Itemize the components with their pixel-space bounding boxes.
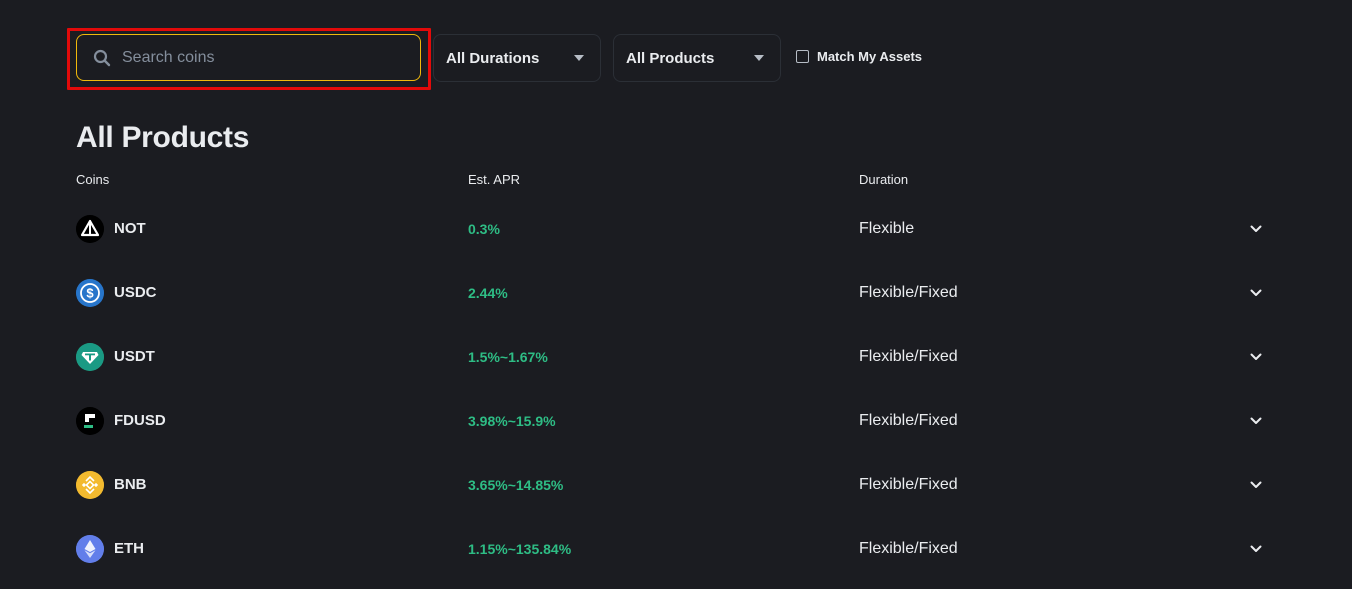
match-my-assets-label: Match My Assets bbox=[817, 49, 922, 64]
search-input[interactable] bbox=[122, 43, 402, 72]
bnb-icon bbox=[76, 471, 104, 499]
duration-value: Flexible bbox=[859, 220, 915, 237]
duration-value: Flexible/Fixed bbox=[859, 476, 958, 493]
notcoin-icon bbox=[76, 215, 104, 243]
table-row[interactable]: BNB 3.65%~14.85% Flexible/Fixed bbox=[0, 453, 1352, 517]
coin-name: USDC bbox=[114, 284, 157, 301]
search-box[interactable] bbox=[76, 34, 421, 81]
column-header-apr: Est. APR bbox=[468, 172, 521, 187]
table-row[interactable]: ETH 1.15%~135.84% Flexible/Fixed bbox=[0, 517, 1352, 581]
chevron-down-icon[interactable] bbox=[1249, 478, 1263, 492]
eth-icon bbox=[76, 535, 104, 563]
caret-down-icon bbox=[574, 55, 584, 61]
table-row[interactable]: $ USDC 2.44% Flexible/Fixed bbox=[0, 261, 1352, 325]
duration-value: Flexible/Fixed bbox=[859, 348, 958, 365]
coin-name: ETH bbox=[114, 540, 144, 557]
coin-name: BNB bbox=[114, 476, 147, 493]
svg-text:$: $ bbox=[86, 286, 94, 301]
match-my-assets-toggle[interactable]: Match My Assets bbox=[796, 49, 922, 64]
coin-name: FDUSD bbox=[114, 412, 166, 429]
table-row[interactable]: NOT 0.3% Flexible bbox=[0, 197, 1352, 261]
duration-value: Flexible/Fixed bbox=[859, 412, 958, 429]
apr-value: 2.44% bbox=[468, 285, 508, 301]
chevron-down-icon[interactable] bbox=[1249, 542, 1263, 556]
coin-name: NOT bbox=[114, 220, 146, 237]
coin-name: USDT bbox=[114, 348, 155, 365]
page-title: All Products bbox=[76, 121, 250, 154]
column-header-duration: Duration bbox=[859, 172, 909, 187]
chevron-down-icon[interactable] bbox=[1249, 222, 1263, 236]
apr-value: 3.65%~14.85% bbox=[468, 477, 564, 493]
usdt-icon bbox=[76, 343, 104, 371]
products-dropdown-label: All Products bbox=[626, 49, 715, 67]
table-row[interactable]: USDT 1.5%~1.67% Flexible/Fixed bbox=[0, 325, 1352, 389]
table-row[interactable]: FDUSD 3.98%~15.9% Flexible/Fixed bbox=[0, 389, 1352, 453]
duration-value: Flexible/Fixed bbox=[859, 284, 958, 301]
durations-dropdown-label: All Durations bbox=[446, 49, 540, 67]
apr-value: 1.15%~135.84% bbox=[468, 541, 572, 557]
usdc-icon: $ bbox=[76, 279, 104, 307]
column-header-coins: Coins bbox=[76, 172, 110, 187]
match-my-assets-checkbox[interactable] bbox=[796, 50, 809, 63]
chevron-down-icon[interactable] bbox=[1249, 350, 1263, 364]
apr-value: 0.3% bbox=[468, 221, 500, 237]
earn-products-page: All Durations All Products Match My Asse… bbox=[0, 0, 1352, 589]
fdusd-icon bbox=[76, 407, 104, 435]
duration-value: Flexible/Fixed bbox=[859, 540, 958, 557]
search-icon bbox=[92, 48, 112, 68]
products-dropdown[interactable]: All Products bbox=[613, 34, 781, 82]
apr-value: 3.98%~15.9% bbox=[468, 413, 556, 429]
durations-dropdown[interactable]: All Durations bbox=[433, 34, 601, 82]
chevron-down-icon[interactable] bbox=[1249, 286, 1263, 300]
caret-down-icon bbox=[754, 55, 764, 61]
apr-value: 1.5%~1.67% bbox=[468, 349, 548, 365]
chevron-down-icon[interactable] bbox=[1249, 414, 1263, 428]
